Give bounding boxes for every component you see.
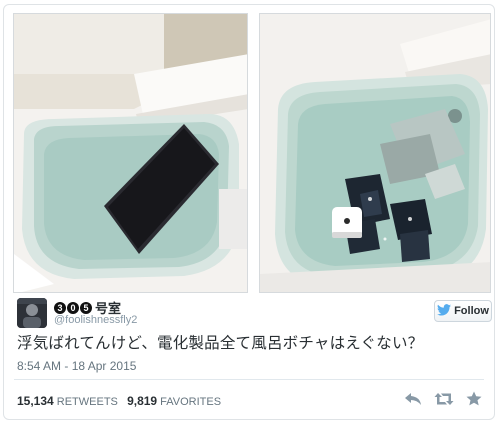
tweet-actions (404, 391, 482, 411)
follow-label: Follow (454, 305, 489, 317)
photo-bathtub-electronics[interactable] (259, 13, 491, 293)
favorites-count[interactable]: 9,819 (127, 394, 157, 408)
retweets-label[interactable]: RETWEETS (57, 396, 118, 408)
author-handle[interactable]: @foolishnessfly2 (54, 314, 137, 326)
star-icon[interactable] (466, 391, 482, 411)
divider (14, 379, 484, 380)
follow-button[interactable]: Follow (434, 300, 492, 322)
author-name-char-3: 5 (80, 301, 92, 314)
retweet-icon[interactable] (434, 392, 454, 411)
author-name-char-2: 0 (67, 301, 79, 314)
tweet-card: 3 0 5 号室 @foolishnessfly2 Follow 浮気ばれてんけ… (3, 4, 495, 420)
twitter-bird-icon (437, 303, 452, 319)
photo-bathtub-laptop[interactable] (13, 13, 248, 293)
tweet-text: 浮気ばれてんけど、電化製品全て風呂ボチャはえぐない？ (17, 334, 424, 352)
avatar[interactable] (17, 298, 47, 328)
favorites-label[interactable]: FAVORITES (160, 396, 221, 408)
tweet-stats: 15,134 RETWEETS 9,819 FAVORITES (17, 394, 221, 408)
tweet-photos (13, 13, 491, 293)
tweet-timestamp[interactable]: 8:54 AM - 18 Apr 2015 (17, 359, 136, 373)
author-name-char-1: 3 (54, 301, 66, 314)
retweets-count[interactable]: 15,134 (17, 394, 54, 408)
reply-icon[interactable] (404, 392, 422, 411)
